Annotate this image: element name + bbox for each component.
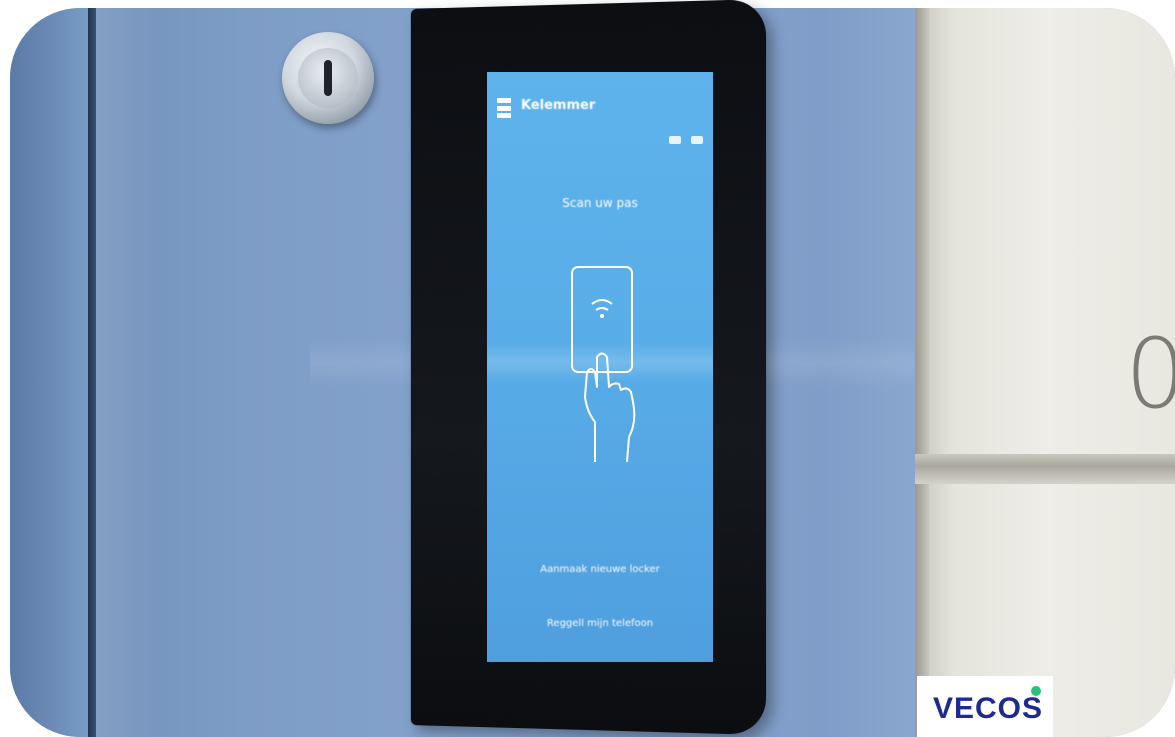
locker-gap: [915, 454, 1175, 484]
touchscreen[interactable]: Kelemmer Scan uw pas Aanmaak nieuwe lock…: [487, 72, 713, 662]
phone-link[interactable]: Reggell mijn telefoon: [487, 618, 713, 629]
brand-logo-icon: [497, 98, 511, 118]
screen-glare: [487, 342, 713, 382]
locker-number: 00: [1125, 318, 1175, 430]
key-lock[interactable]: [282, 32, 374, 124]
door-highlight: [96, 8, 156, 737]
vecos-logo: VECOS: [917, 676, 1053, 737]
vecos-logo-dot: [1031, 686, 1041, 696]
locker-edge-shadow: [915, 8, 929, 737]
create-locker-link[interactable]: Aanmaak nieuwe locker: [487, 564, 713, 575]
brand-name: Kelemmer: [521, 98, 596, 113]
left-locker-edge: [10, 8, 95, 737]
key-slot: [324, 60, 332, 96]
scan-prompt: Scan uw pas: [562, 196, 638, 210]
vecos-logo-text: VECOS: [933, 692, 1044, 725]
status-icons: [669, 136, 703, 144]
lock-cylinder: [298, 48, 358, 108]
battery-icon: [691, 136, 703, 144]
adjacent-locker-column: 00: [915, 8, 1175, 737]
door-gap: [88, 8, 96, 737]
wifi-icon: [669, 136, 681, 144]
